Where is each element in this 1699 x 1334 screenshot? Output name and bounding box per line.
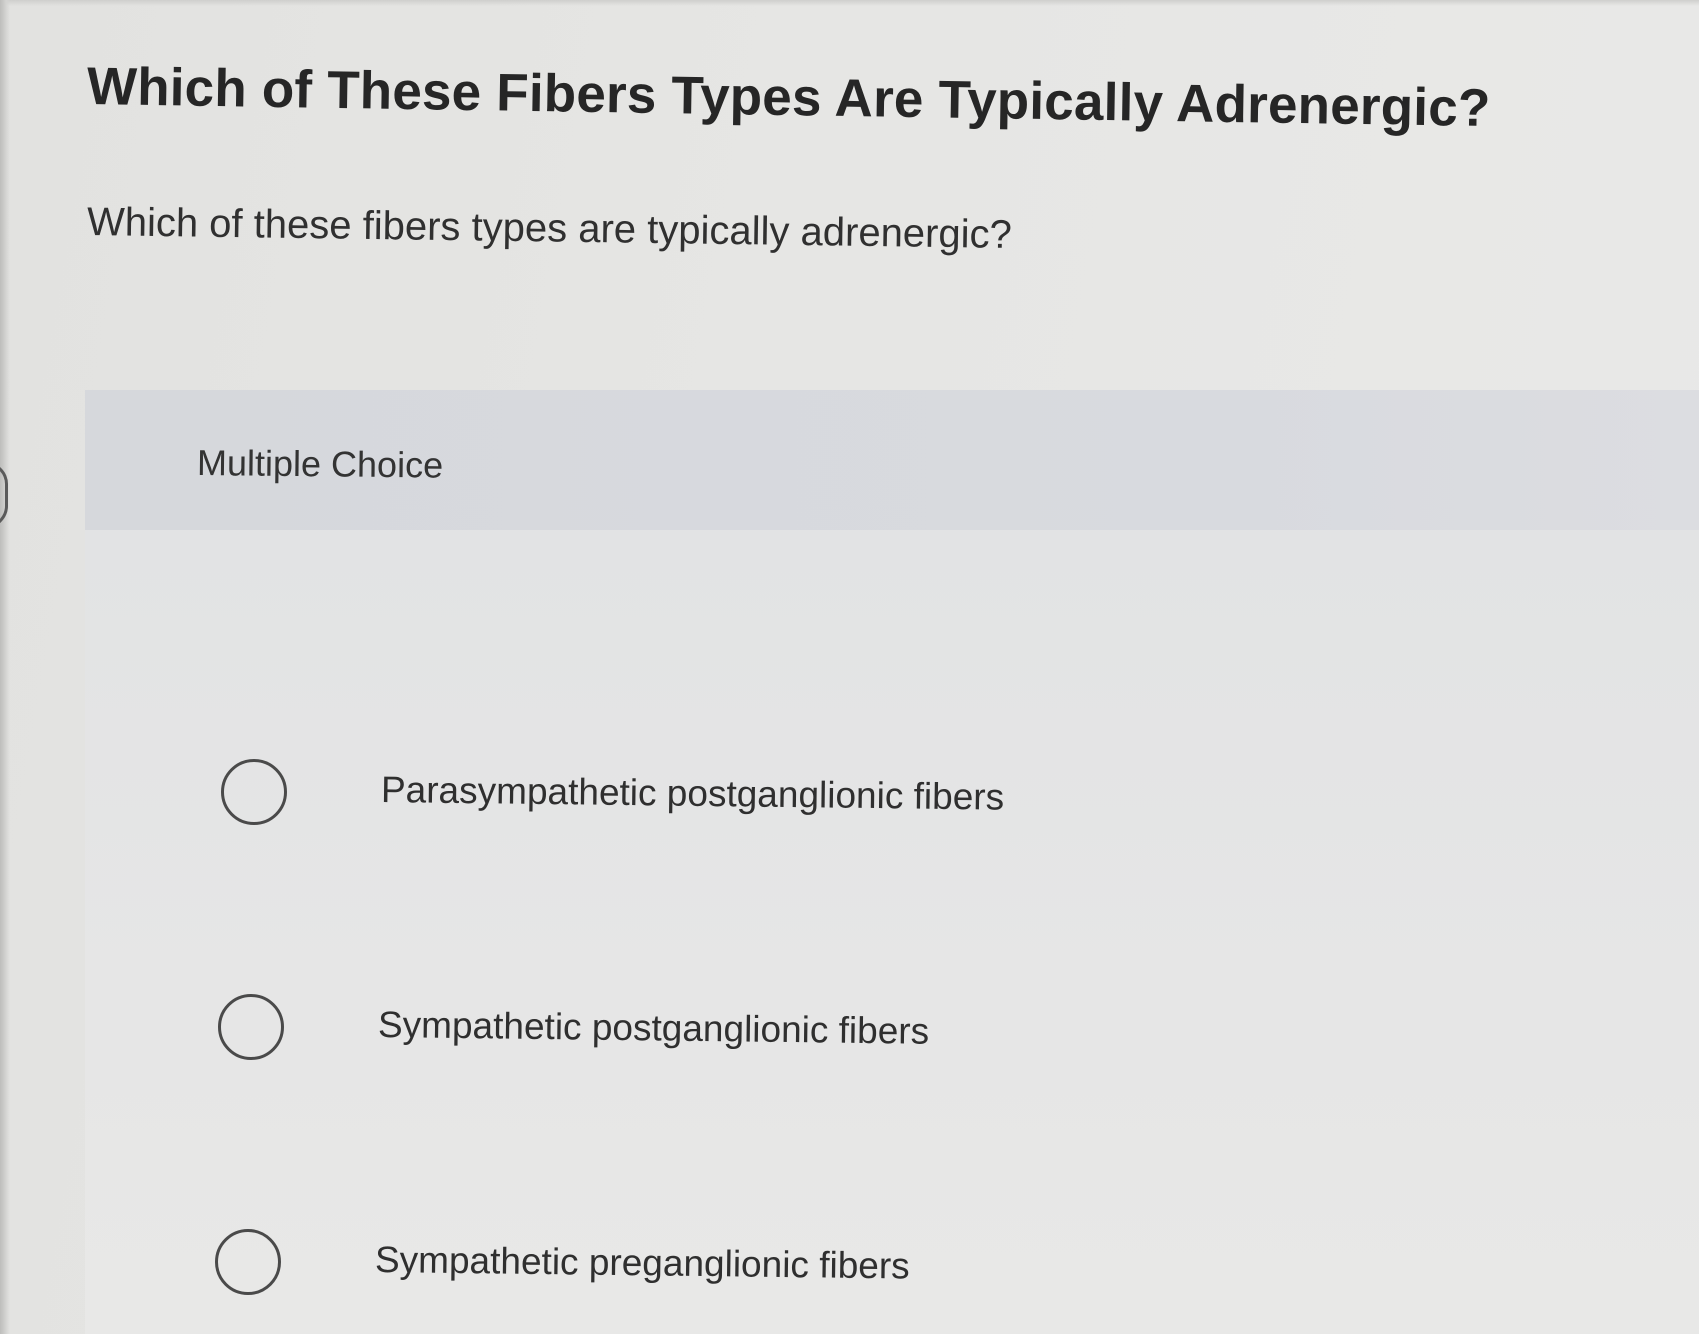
screen-bezel-top xyxy=(0,0,1699,6)
answer-panel-header: Multiple Choice xyxy=(85,390,1699,530)
answer-options: Parasympathetic postganglionic fibers Sy… xyxy=(85,530,1699,1334)
screen-bezel-left xyxy=(0,0,10,1334)
radio-button[interactable] xyxy=(215,1229,281,1295)
page-title: Which of These Fibers Types Are Typicall… xyxy=(86,57,1491,139)
answer-option[interactable]: Sympathetic postganglionic fibers xyxy=(218,982,1518,1072)
radio-button[interactable] xyxy=(218,994,284,1060)
question-text: Which of these fibers types are typicall… xyxy=(86,200,1013,257)
answer-option[interactable]: Sympathetic preganglionic fibers xyxy=(215,1217,1515,1307)
answer-panel: Multiple Choice Parasympathetic postgang… xyxy=(85,390,1699,1334)
answer-option[interactable]: Parasympathetic postganglionic fibers xyxy=(221,747,1521,837)
radio-button[interactable] xyxy=(221,759,287,825)
answer-option-label[interactable]: Parasympathetic postganglionic fibers xyxy=(381,769,1005,819)
question-type-label: Multiple Choice xyxy=(196,442,444,486)
answer-option-label[interactable]: Sympathetic postganglionic fibers xyxy=(378,1004,930,1053)
answer-option-label[interactable]: Sympathetic preganglionic fibers xyxy=(375,1239,910,1288)
